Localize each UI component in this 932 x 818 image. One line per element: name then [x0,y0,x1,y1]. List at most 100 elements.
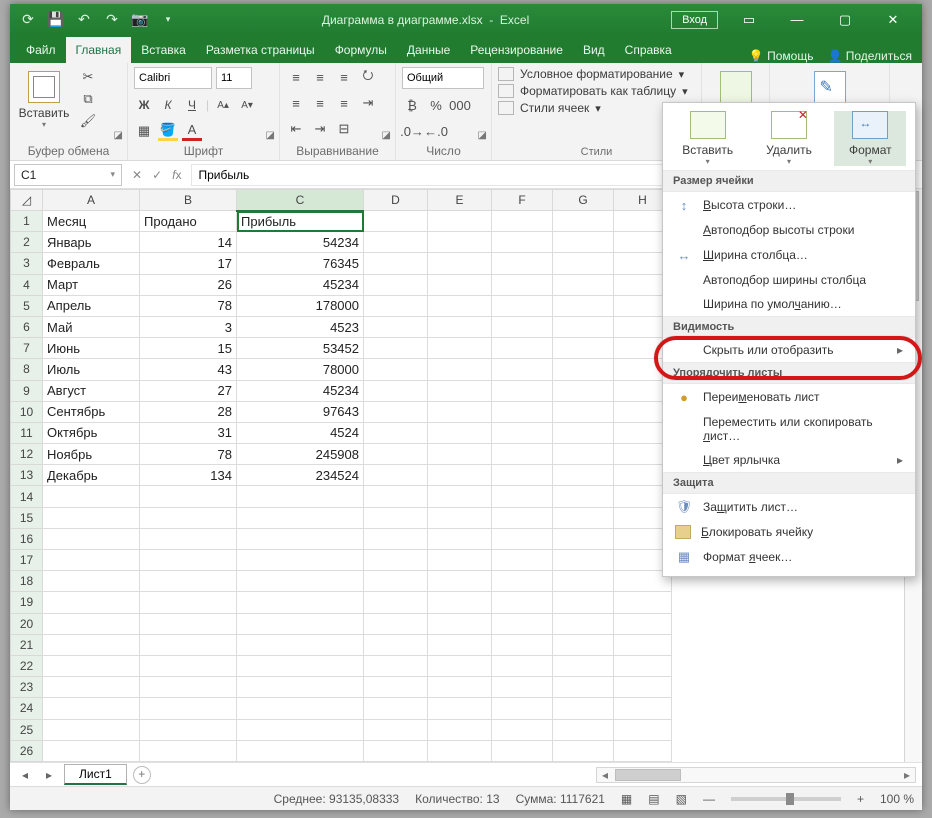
cell[interactable] [43,507,140,528]
cell[interactable] [492,316,553,337]
cell[interactable] [364,211,428,232]
cell[interactable] [492,380,553,401]
row-header-14[interactable]: 14 [11,486,43,507]
cell[interactable] [553,295,614,316]
cell[interactable] [364,719,428,740]
row-header-24[interactable]: 24 [11,698,43,719]
cell[interactable]: Март [43,274,140,295]
cell[interactable] [428,274,492,295]
cell[interactable] [43,719,140,740]
cell[interactable] [140,550,237,571]
redo-icon[interactable]: ↷ [100,8,124,32]
menu-move-copy-sheet[interactable]: Переместить или скопировать лист… [663,410,915,448]
cell[interactable] [614,677,672,698]
cell[interactable] [553,571,614,592]
cell[interactable] [237,571,364,592]
cell[interactable] [492,444,553,465]
conditional-formatting-button[interactable]: Условное форматирование ▾ [498,67,688,81]
cell[interactable] [364,571,428,592]
cell[interactable]: Октябрь [43,422,140,443]
row-header-7[interactable]: 7 [11,338,43,359]
cell[interactable] [428,719,492,740]
cell[interactable] [428,211,492,232]
cell[interactable] [553,486,614,507]
cell[interactable] [492,740,553,761]
cell[interactable] [237,592,364,613]
sheet-nav-prev-icon[interactable]: ◂ [16,768,34,782]
cell[interactable] [492,232,553,253]
cell[interactable]: 245908 [237,444,364,465]
ribbon-display-icon[interactable]: ▭ [726,5,772,34]
italic-icon[interactable]: К [158,95,178,115]
tell-me[interactable]: 💡 Помощь [749,49,814,63]
row-header-1[interactable]: 1 [11,211,43,232]
cell[interactable] [140,486,237,507]
cell[interactable] [614,592,672,613]
cell[interactable] [428,740,492,761]
cell[interactable] [614,655,672,676]
cell[interactable] [428,550,492,571]
number-format-combo[interactable] [402,67,484,89]
cell[interactable] [428,295,492,316]
cell[interactable] [43,698,140,719]
menu-default-width[interactable]: Ширина по умолчанию… [663,292,915,316]
cell[interactable]: 97643 [237,401,364,422]
close-icon[interactable]: ✕ [870,5,916,34]
maximize-icon[interactable]: ▢ [822,5,868,34]
cell[interactable] [553,465,614,486]
qat-customize-icon[interactable]: ▾ [156,8,180,32]
decrease-font-icon[interactable]: A▾ [237,95,257,115]
cell[interactable]: 15 [140,338,237,359]
cell[interactable] [364,359,428,380]
cell[interactable] [492,465,553,486]
cell[interactable] [364,422,428,443]
align-launcher-icon[interactable]: ◪ [382,130,391,141]
cell[interactable] [492,592,553,613]
cell[interactable] [492,677,553,698]
cell[interactable] [364,232,428,253]
cell[interactable] [553,401,614,422]
cell[interactable] [492,507,553,528]
cell[interactable] [43,740,140,761]
cell[interactable] [492,613,553,634]
row-header-13[interactable]: 13 [11,465,43,486]
sheet-add-icon[interactable]: + [133,766,151,784]
zoom-slider[interactable] [731,797,841,801]
cell[interactable] [614,634,672,655]
cell[interactable]: Месяц [43,211,140,232]
cell[interactable] [553,592,614,613]
sheet-nav-next-icon[interactable]: ▸ [40,768,58,782]
bold-icon[interactable]: Ж [134,95,154,115]
view-page-layout-icon[interactable]: ▤ [648,792,659,806]
row-header-3[interactable]: 3 [11,253,43,274]
row-header-16[interactable]: 16 [11,528,43,549]
menu-insert-button[interactable]: Вставить▾ [672,111,744,166]
cell[interactable] [553,444,614,465]
cell[interactable]: 4524 [237,422,364,443]
cell[interactable]: Январь [43,232,140,253]
select-all-corner[interactable]: ◿ [11,190,43,211]
cell[interactable] [43,571,140,592]
cell[interactable] [364,401,428,422]
name-box[interactable]: C1 ▾ [14,164,122,186]
cell[interactable] [43,677,140,698]
cell[interactable] [614,613,672,634]
enter-formula-icon[interactable]: ✓ [152,168,162,182]
cell[interactable] [428,592,492,613]
cell[interactable] [428,698,492,719]
row-header-26[interactable]: 26 [11,740,43,761]
cell[interactable] [364,613,428,634]
cell[interactable] [428,465,492,486]
cell[interactable]: Июль [43,359,140,380]
tab-file[interactable]: Файл [16,37,66,63]
align-top-icon[interactable]: ≡ [286,67,306,87]
cell[interactable] [364,338,428,359]
cell[interactable] [428,359,492,380]
indent-inc-icon[interactable]: ⇥ [310,119,330,139]
tab-insert[interactable]: Вставка [131,37,196,63]
menu-hide-unhide[interactable]: Скрыть или отобразить▸ [663,338,915,362]
cell[interactable]: 54234 [237,232,364,253]
cell[interactable] [553,698,614,719]
zoom-out-icon[interactable]: — [703,792,715,806]
borders-icon[interactable]: ▦ [134,121,154,141]
